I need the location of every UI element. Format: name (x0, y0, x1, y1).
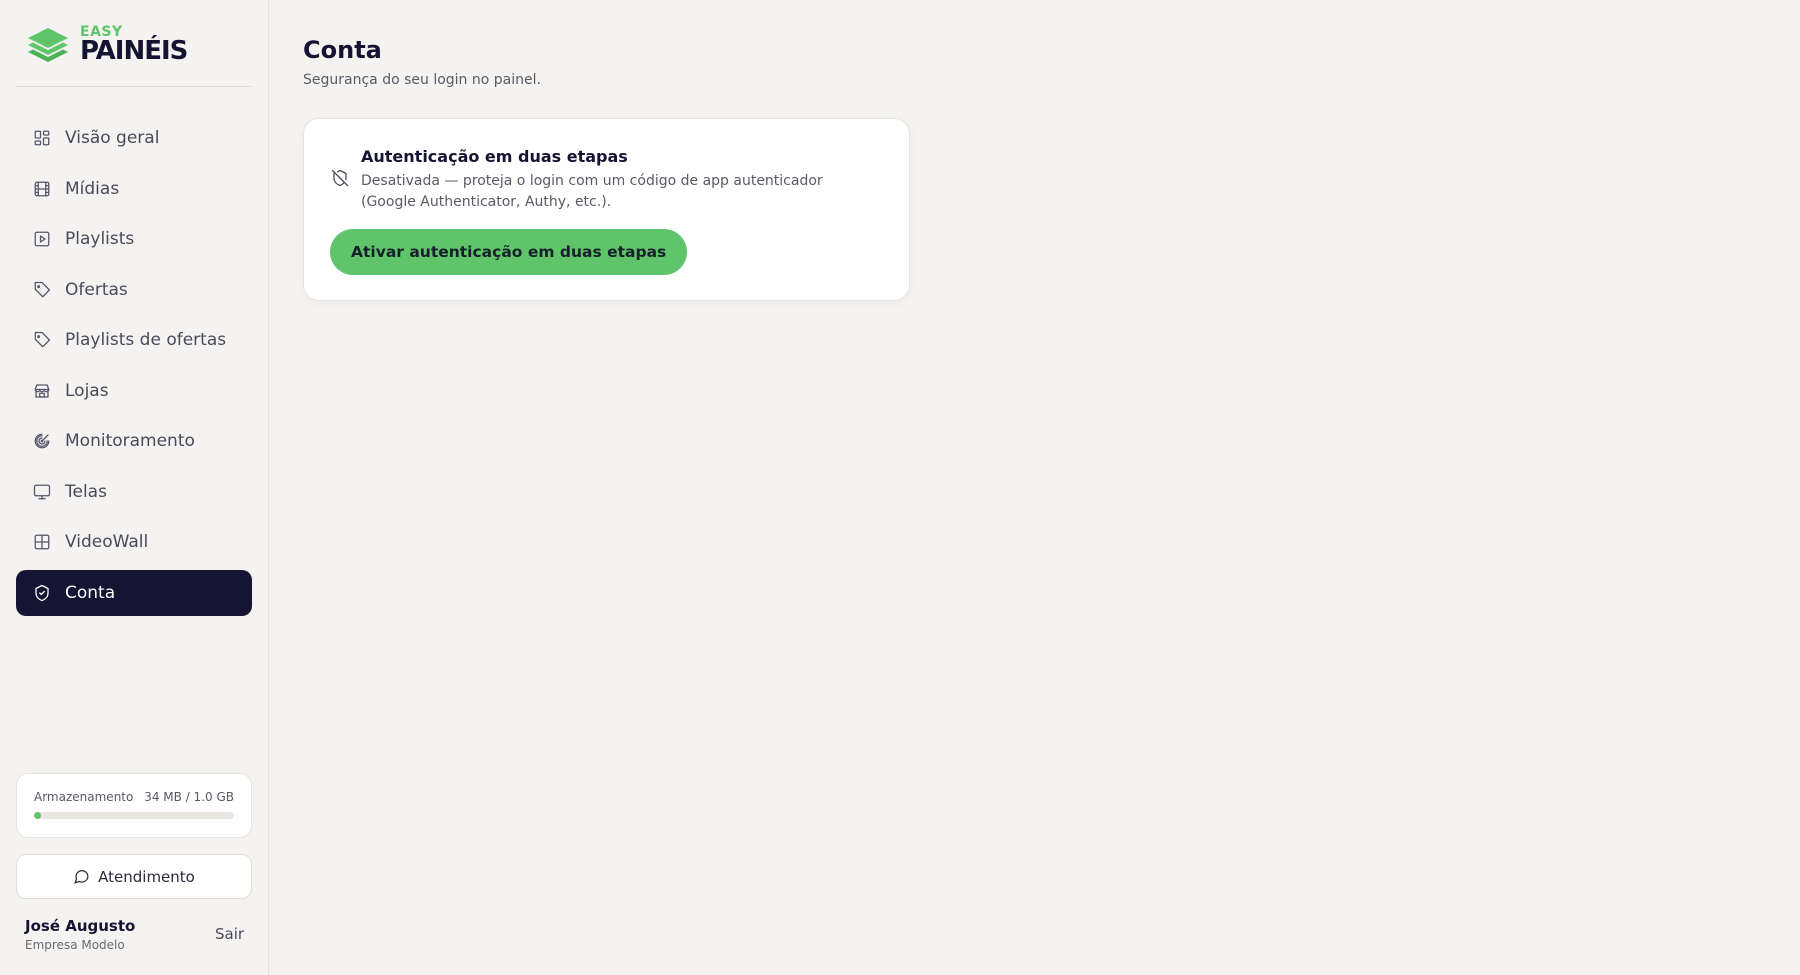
two-factor-title: Autenticação em duas etapas (361, 147, 628, 166)
user-name: José Augusto (25, 917, 136, 935)
shield-off-icon (331, 169, 349, 187)
storage-usage: 34 MB / 1.0 GB (144, 790, 234, 804)
logout-link[interactable]: Sair (215, 925, 244, 943)
storage-progress-fill (34, 812, 41, 819)
sidebar-item-videowall[interactable]: VideoWall (16, 519, 252, 565)
support-button[interactable]: Atendimento (16, 854, 252, 899)
sidebar-item-midias[interactable]: Mídias (16, 166, 252, 212)
brand-name: PAINÉIS (80, 35, 188, 66)
store-icon (33, 382, 51, 400)
page-header: Conta Segurança do seu login no painel. (303, 36, 541, 88)
sidebar: EASY PAINÉIS Visão geral Mídias Playlist… (0, 0, 269, 975)
storage-label: Armazenamento (34, 790, 134, 804)
message-circle-icon (74, 870, 89, 884)
sidebar-item-label: Telas (65, 481, 107, 502)
sidebar-nav: Visão geral Mídias Playlists Ofertas Pla… (16, 115, 252, 620)
tag-icon (33, 331, 51, 349)
grid-icon (33, 129, 51, 147)
two-factor-card: Autenticação em duas etapas Desativada —… (303, 118, 910, 301)
user-company: Empresa Modelo (25, 938, 125, 952)
two-factor-description: Desativada — proteja o login com um códi… (361, 173, 823, 210)
sidebar-item-label: Playlists (65, 229, 135, 249)
tag-icon (33, 281, 51, 299)
sidebar-item-label: Playlists de ofertas (65, 330, 227, 350)
sidebar-divider (16, 86, 252, 87)
sidebar-item-label: Monitoramento (65, 431, 195, 451)
film-icon (33, 180, 51, 198)
page-title: Conta (303, 36, 382, 64)
storage-widget: Armazenamento 34 MB / 1.0 GB (16, 773, 252, 838)
brand-logo[interactable]: EASY PAINÉIS (24, 24, 188, 66)
sidebar-item-visao-geral[interactable]: Visão geral (16, 115, 252, 161)
sidebar-item-label: Ofertas (65, 279, 128, 300)
play-square-icon (33, 230, 51, 248)
support-label: Atendimento (98, 867, 195, 886)
sidebar-item-monitoramento[interactable]: Monitoramento (16, 418, 252, 464)
radar-icon (33, 432, 51, 450)
enable-two-factor-button[interactable]: Ativar autenticação em duas etapas (330, 229, 688, 275)
grid-2x2-icon (33, 533, 51, 551)
sidebar-item-label: Mídias (65, 178, 120, 199)
sidebar-item-playlists-de-ofertas[interactable]: Playlists de ofertas (16, 317, 252, 363)
sidebar-item-label: VideoWall (65, 532, 149, 552)
sidebar-item-label: Lojas (65, 380, 109, 401)
sidebar-item-ofertas[interactable]: Ofertas (16, 267, 252, 313)
shield-check-icon (33, 584, 51, 602)
sidebar-item-lojas[interactable]: Lojas (16, 368, 252, 414)
monitor-icon (33, 483, 51, 501)
layers-logo-icon (28, 28, 68, 62)
page-subtitle: Segurança do seu login no painel. (303, 72, 541, 88)
user-info: José Augusto Empresa Modelo (25, 917, 135, 952)
sidebar-item-telas[interactable]: Telas (16, 469, 252, 515)
storage-progress-bar (34, 812, 234, 819)
sidebar-item-conta[interactable]: Conta (16, 569, 252, 616)
sidebar-item-playlists[interactable]: Playlists (16, 216, 252, 262)
sidebar-item-label: Visão geral (65, 128, 160, 148)
sidebar-item-label: Conta (65, 582, 116, 603)
